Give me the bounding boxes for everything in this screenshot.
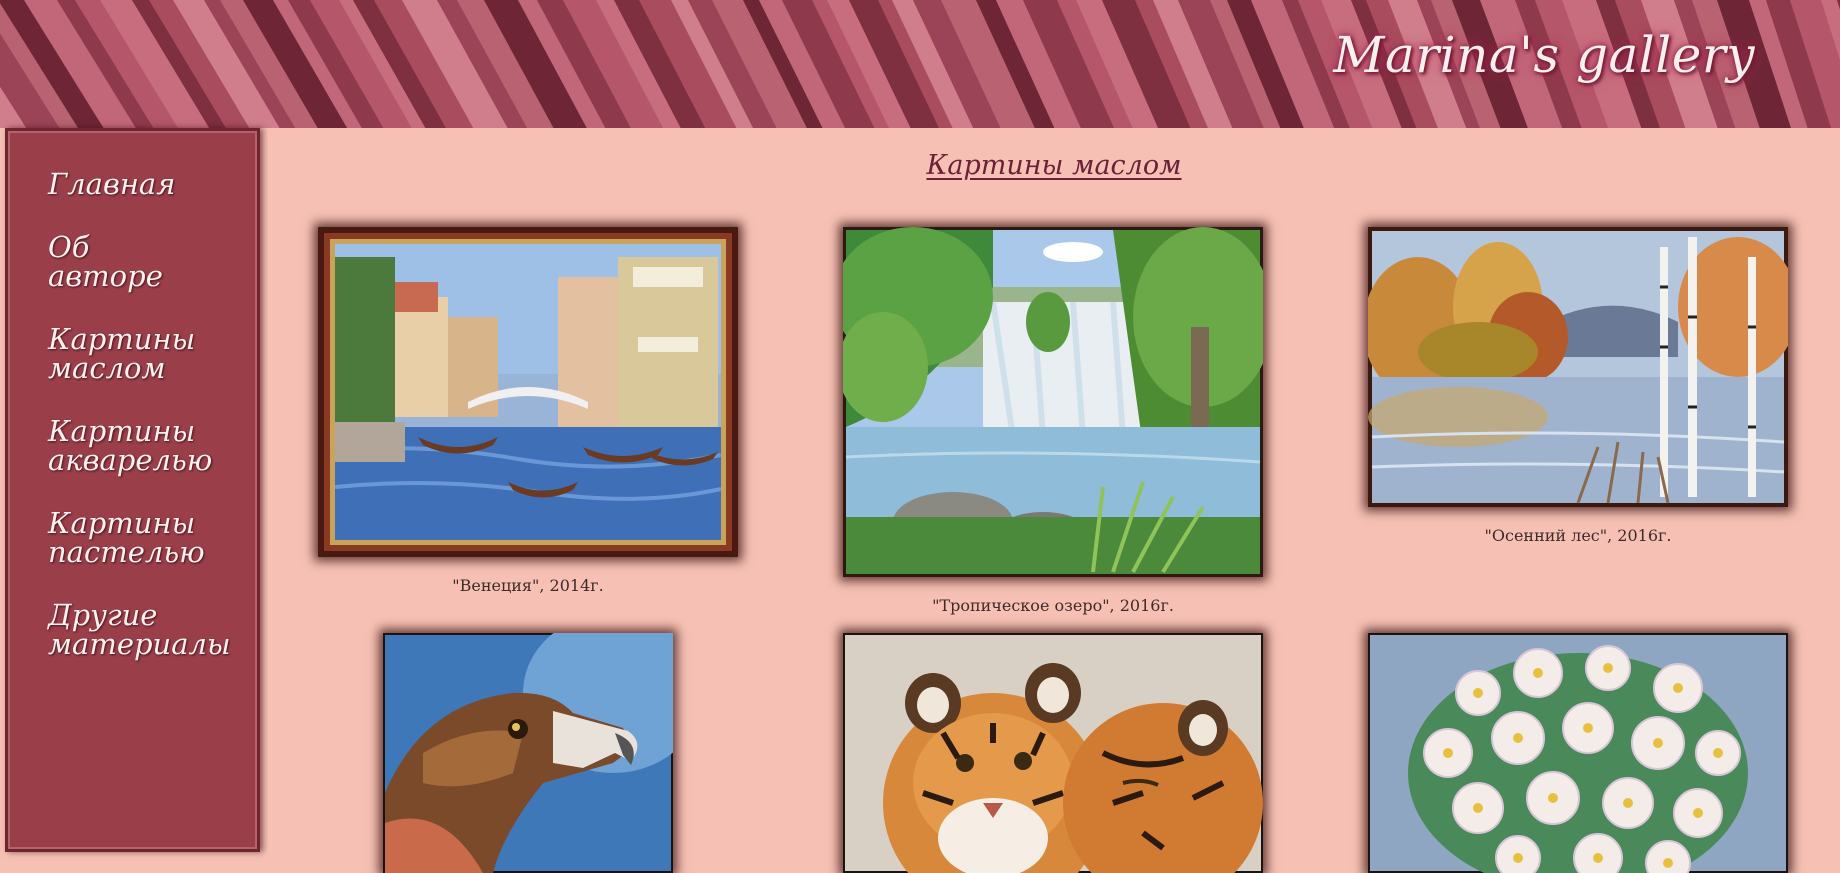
sidebar-item-watercolor-paintings[interactable]: Картины акварелью [48,417,248,475]
painting-caption: "Тропическое озеро", 2016г. [843,596,1263,615]
venice-painting [318,227,738,557]
sidebar: Главная Об авторе Картины маслом Картины… [5,128,260,852]
header-banner: Marina's gallery [0,0,1840,128]
painting-venice-image[interactable] [318,227,738,557]
painting-autumn-forest-image[interactable] [1368,227,1788,507]
painting-caption: "Венеция", 2014г. [318,576,738,595]
tigers-painting [843,633,1263,873]
sidebar-item-pastel-paintings[interactable]: Картины пастелью [48,509,248,567]
sidebar-item-about-author[interactable]: Об авторе [48,233,248,291]
gallery-content: Картины маслом [268,128,1840,852]
painting-eagle-image[interactable] [383,633,673,873]
painting-tigers-image[interactable] [843,633,1263,873]
flowers-painting [1368,633,1788,873]
autumn-forest-painting [1368,227,1788,507]
tropical-lake-painting [843,227,1263,577]
sidebar-item-home[interactable]: Главная [48,170,248,199]
painting-flowers-image[interactable] [1368,633,1788,873]
painting-caption: "Осенний лес", 2016г. [1368,526,1788,545]
site-title: Marina's gallery [1333,26,1755,84]
page-title: Картины маслом [268,150,1840,181]
sidebar-item-other-materials[interactable]: Другие материалы [48,601,248,659]
sidebar-item-oil-paintings[interactable]: Картины маслом [48,325,248,383]
eagle-painting [383,633,673,873]
painting-tropical-lake-image[interactable] [843,227,1263,577]
